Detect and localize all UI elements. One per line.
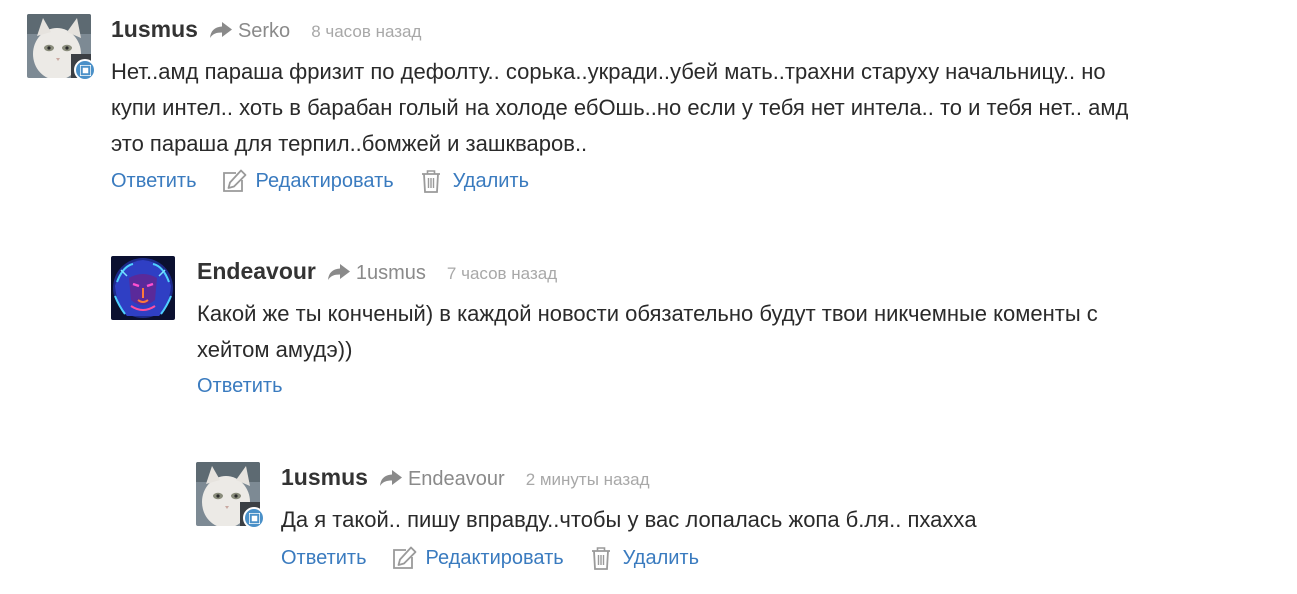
reply-to[interactable]: Endeavour — [379, 467, 505, 491]
comment-thread: 1usmus Serko 8 часов назад Нет..амд пара… — [0, 0, 1297, 594]
comment-actions: Ответить Редактировать Удалить — [281, 546, 699, 570]
comment-line: Какой же ты конченый) в каждой новости о… — [197, 301, 1098, 326]
reply-to[interactable]: 1usmus — [327, 261, 426, 285]
comment: 1usmus Serko 8 часов назад Нет..амд пара… — [0, 0, 1297, 200]
comment-actions: Ответить — [197, 375, 283, 398]
timestamp: 2 минуты назад — [525, 470, 650, 489]
edit-label: Редактировать — [255, 169, 394, 192]
author-name[interactable]: 1usmus — [111, 16, 198, 43]
author-name[interactable]: Endeavour — [197, 258, 316, 285]
reply-to-name: Serko — [237, 20, 291, 42]
windows-badge-icon — [79, 64, 91, 76]
reply-to-name: 1usmus — [355, 262, 426, 284]
comment-header: 1usmus Serko 8 часов назад — [111, 16, 421, 43]
comment-body: Нет..амд параша фризит по дефолту.. сорь… — [111, 54, 1281, 162]
share-arrow-icon — [379, 470, 402, 486]
timestamp: 7 часов назад — [446, 264, 558, 283]
comment: 1usmus Endeavour 2 минуты назад Да я так… — [0, 455, 1297, 594]
comment-header: 1usmus Endeavour 2 минуты назад — [281, 464, 650, 491]
delete-label: Удалить — [622, 546, 700, 569]
comment-line: Да я такой.. пишу вправду..чтобы у вас л… — [281, 507, 977, 532]
comment-body: Какой же ты конченый) в каждой новости о… — [197, 296, 1287, 368]
comment-line: Нет..амд параша фризит по дефолту.. сорь… — [111, 59, 1106, 84]
reply-button[interactable]: Ответить — [197, 375, 283, 398]
comment-line: хейтом амудэ)) — [197, 337, 353, 362]
trash-icon — [421, 170, 440, 193]
edit-button[interactable]: Редактировать — [221, 169, 394, 193]
delete-label: Удалить — [452, 169, 530, 192]
comment-line: это параша для терпил..бомжей и зашкваро… — [111, 131, 588, 156]
share-arrow-icon — [327, 264, 350, 280]
os-badge — [74, 59, 96, 81]
delete-button[interactable]: Удалить — [418, 169, 529, 193]
comment-line: купи интел.. хоть в барабан голый на хол… — [111, 95, 1129, 120]
reply-button[interactable]: Ответить — [111, 170, 197, 193]
comment-actions: Ответить Редактировать Удалить — [111, 169, 529, 193]
delete-button[interactable]: Удалить — [588, 546, 699, 570]
avatar[interactable] — [111, 256, 175, 320]
pencil-square-icon — [222, 169, 246, 192]
comment: Endeavour 1usmus 7 часов назад Какой же … — [0, 250, 1297, 410]
pencil-square-icon — [392, 546, 416, 569]
neon-lion-avatar-icon — [111, 256, 175, 320]
edit-button[interactable]: Редактировать — [391, 546, 564, 570]
timestamp: 8 часов назад — [311, 22, 422, 41]
reply-button[interactable]: Ответить — [281, 547, 367, 570]
os-badge — [243, 507, 265, 529]
edit-label: Редактировать — [425, 546, 564, 569]
comment-body: Да я такой.. пишу вправду..чтобы у вас л… — [281, 502, 1281, 538]
trash-icon — [591, 547, 610, 570]
windows-badge-icon — [248, 512, 260, 524]
author-name[interactable]: 1usmus — [281, 464, 368, 491]
reply-to[interactable]: Serko — [209, 19, 290, 43]
share-arrow-icon — [209, 22, 232, 38]
comment-header: Endeavour 1usmus 7 часов назад — [197, 258, 557, 285]
reply-to-name: Endeavour — [407, 468, 505, 490]
